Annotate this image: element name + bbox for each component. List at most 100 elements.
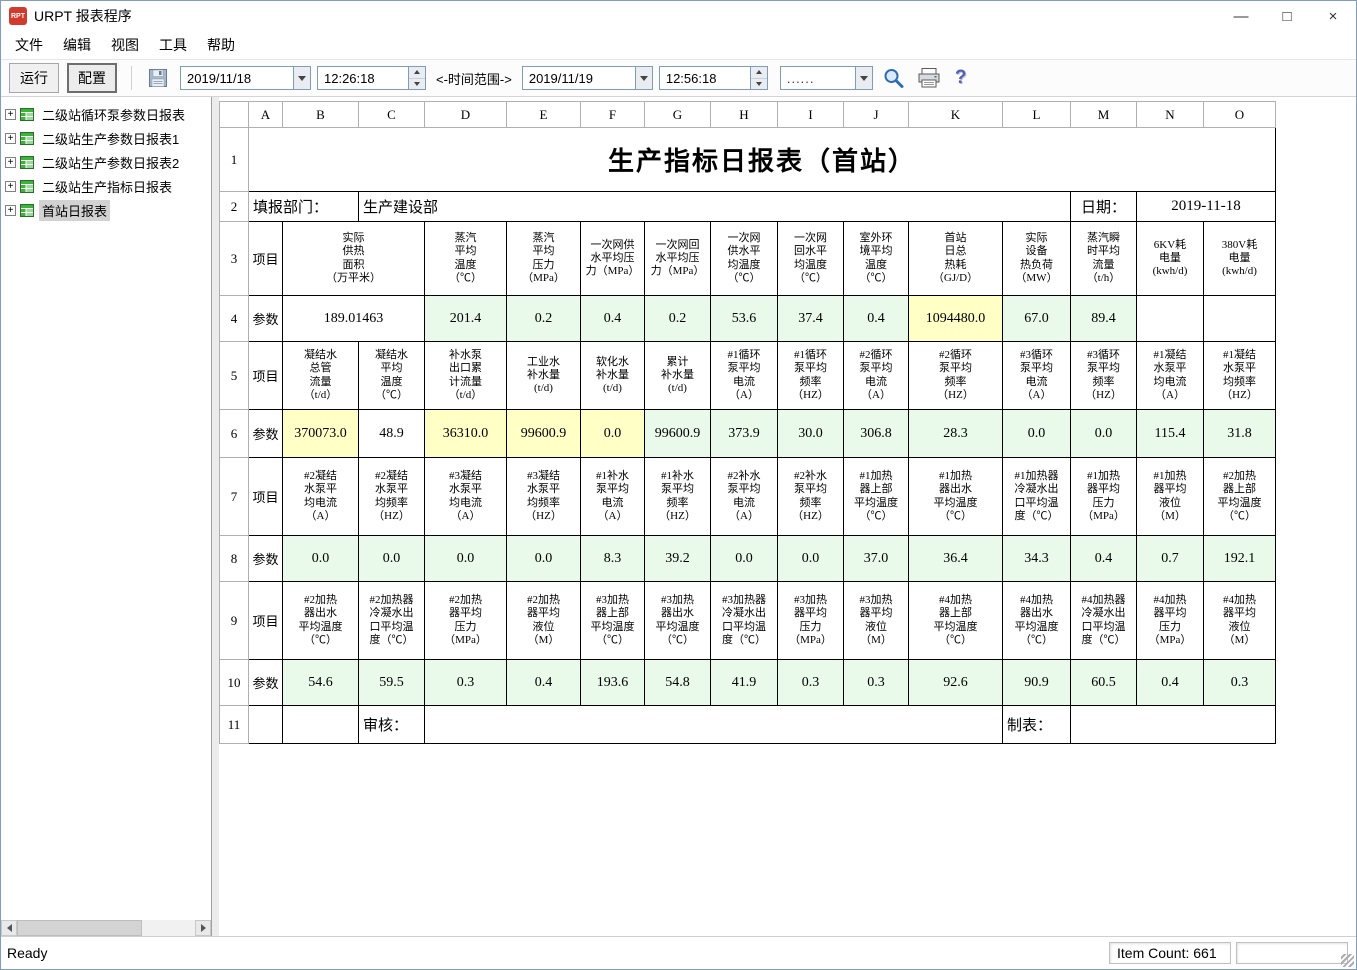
report-cell[interactable]: #2加热器 冷凝水出 口平均温 度（℃） bbox=[359, 582, 425, 660]
filter-dropdown-button[interactable] bbox=[855, 67, 872, 89]
report-cell[interactable]: #4加热器 冷凝水出 口平均温 度（℃） bbox=[1071, 582, 1137, 660]
tree-item-1[interactable]: +二级站循环泵参数日报表 bbox=[1, 102, 211, 126]
report-cell[interactable]: 0.3 bbox=[778, 660, 844, 706]
column-header-F[interactable]: F bbox=[581, 102, 645, 128]
report-cell[interactable]: 0.4 bbox=[581, 296, 645, 342]
report-cell[interactable]: 0.0 bbox=[359, 536, 425, 582]
row-header-11[interactable]: 11 bbox=[220, 706, 249, 744]
report-cell[interactable]: 54.6 bbox=[283, 660, 359, 706]
report-cell[interactable]: #2循环 泵平均 频率 （HZ） bbox=[909, 342, 1003, 410]
end-date-value[interactable]: 2019/11/19 bbox=[523, 67, 635, 89]
report-cell[interactable]: 项目 bbox=[249, 342, 283, 410]
report-cell[interactable]: 凝结水 平均 温度 （℃） bbox=[359, 342, 425, 410]
report-cell[interactable]: 0.0 bbox=[1071, 410, 1137, 458]
report-cell[interactable]: 41.9 bbox=[711, 660, 778, 706]
report-cell[interactable]: 0.0 bbox=[283, 536, 359, 582]
spin-down-button[interactable] bbox=[409, 79, 425, 90]
tree-item-2[interactable]: +二级站生产参数日报表1 bbox=[1, 126, 211, 150]
report-cell[interactable] bbox=[249, 706, 283, 744]
report-cell[interactable]: 0.0 bbox=[778, 536, 844, 582]
report-cell[interactable]: #2补水 泵平均 电流 （A） bbox=[711, 458, 778, 536]
expand-icon[interactable]: + bbox=[5, 109, 16, 120]
report-cell[interactable]: 306.8 bbox=[844, 410, 909, 458]
filter-combobox[interactable]: ...... bbox=[780, 66, 873, 90]
report-cell[interactable]: 0.2 bbox=[507, 296, 581, 342]
report-cell[interactable]: 2019-11-18 bbox=[1137, 192, 1276, 222]
menu-item-tools[interactable]: 工具 bbox=[149, 31, 197, 59]
menu-item-view[interactable]: 视图 bbox=[101, 31, 149, 59]
report-cell[interactable]: 37.0 bbox=[844, 536, 909, 582]
report-cell[interactable]: 0.4 bbox=[507, 660, 581, 706]
save-button[interactable] bbox=[144, 64, 172, 92]
report-cell[interactable]: #2加热 器平均 液位 （M） bbox=[507, 582, 581, 660]
report-cell[interactable]: 201.4 bbox=[425, 296, 507, 342]
report-cell[interactable]: 项目 bbox=[249, 582, 283, 660]
scroll-right-button[interactable] bbox=[195, 920, 211, 936]
report-cell[interactable]: 日期： bbox=[1071, 192, 1137, 222]
report-cell[interactable]: 60.5 bbox=[1071, 660, 1137, 706]
column-header-I[interactable]: I bbox=[778, 102, 844, 128]
report-cell[interactable]: 36310.0 bbox=[425, 410, 507, 458]
report-cell[interactable]: 生产指标日报表（首站） bbox=[249, 128, 1276, 192]
tree-item-4[interactable]: +二级站生产指标日报表 bbox=[1, 174, 211, 198]
report-cell[interactable]: #1凝结 水泵平 均频率 （HZ） bbox=[1204, 342, 1276, 410]
column-header-A[interactable]: A bbox=[249, 102, 283, 128]
report-cell[interactable]: #2凝结 水泵平 均电流 （A） bbox=[283, 458, 359, 536]
panel-splitter[interactable] bbox=[212, 97, 219, 936]
report-cell[interactable]: #3凝结 水泵平 均频率 （HZ） bbox=[507, 458, 581, 536]
column-header-E[interactable]: E bbox=[507, 102, 581, 128]
row-header-6[interactable]: 6 bbox=[220, 410, 249, 458]
report-cell[interactable]: 0.0 bbox=[507, 536, 581, 582]
report-cell[interactable]: 1094480.0 bbox=[909, 296, 1003, 342]
report-cell[interactable]: 0.0 bbox=[711, 536, 778, 582]
tree-item-3[interactable]: +二级站生产参数日报表2 bbox=[1, 150, 211, 174]
report-cell[interactable]: #1加热 器上部 平均温度 （℃） bbox=[844, 458, 909, 536]
row-header-3[interactable]: 3 bbox=[220, 222, 249, 296]
report-cell[interactable]: 36.4 bbox=[909, 536, 1003, 582]
run-button[interactable]: 运行 bbox=[9, 63, 59, 93]
report-cell[interactable]: #3凝结 水泵平 均电流 （A） bbox=[425, 458, 507, 536]
help-icon[interactable]: ? bbox=[955, 67, 967, 89]
row-header-2[interactable]: 2 bbox=[220, 192, 249, 222]
report-cell[interactable]: 一次网 回水平 均温度 （℃） bbox=[778, 222, 844, 296]
report-cell[interactable]: #1循环 泵平均 电流 （A） bbox=[711, 342, 778, 410]
report-cell[interactable]: 34.3 bbox=[1003, 536, 1071, 582]
report-cell[interactable]: 0.4 bbox=[844, 296, 909, 342]
report-cell[interactable]: 制表： bbox=[1003, 706, 1071, 744]
column-header-N[interactable]: N bbox=[1137, 102, 1204, 128]
end-time-value[interactable]: 12:56:18 bbox=[660, 67, 750, 89]
report-cell[interactable]: 90.9 bbox=[1003, 660, 1071, 706]
report-cell[interactable]: 一次网回 水平均压 力（MPa） bbox=[645, 222, 711, 296]
report-cell[interactable]: #3加热 器平均 液位 （M） bbox=[844, 582, 909, 660]
report-cell[interactable]: #1加热 器平均 液位 （M） bbox=[1137, 458, 1204, 536]
report-cell[interactable]: 28.3 bbox=[909, 410, 1003, 458]
column-header-M[interactable]: M bbox=[1071, 102, 1137, 128]
print-button[interactable] bbox=[915, 64, 943, 92]
report-cell[interactable]: 59.5 bbox=[359, 660, 425, 706]
report-cell[interactable] bbox=[283, 706, 359, 744]
report-cell[interactable]: #4加热 器上部 平均温度 （℃） bbox=[909, 582, 1003, 660]
report-cell[interactable]: #1补水 泵平均 电流 （A） bbox=[581, 458, 645, 536]
config-button[interactable]: 配置 bbox=[67, 63, 117, 93]
menu-item-edit[interactable]: 编辑 bbox=[53, 31, 101, 59]
report-cell[interactable]: #4加热 器出水 平均温度 （℃） bbox=[1003, 582, 1071, 660]
report-cell[interactable]: #3加热 器上部 平均温度 （℃） bbox=[581, 582, 645, 660]
column-header-J[interactable]: J bbox=[844, 102, 909, 128]
report-cell[interactable]: 30.0 bbox=[778, 410, 844, 458]
menu-item-file[interactable]: 文件 bbox=[5, 31, 53, 59]
report-cell[interactable]: 370073.0 bbox=[283, 410, 359, 458]
scroll-left-button[interactable] bbox=[1, 920, 17, 936]
expand-icon[interactable]: + bbox=[5, 157, 16, 168]
row-header-5[interactable]: 5 bbox=[220, 342, 249, 410]
start-time-value[interactable]: 12:26:18 bbox=[318, 67, 408, 89]
report-cell[interactable]: #4加热 器平均 压力 （MPa） bbox=[1137, 582, 1204, 660]
report-cell[interactable]: #2加热 器上部 平均温度 （℃） bbox=[1204, 458, 1276, 536]
tree-item-5[interactable]: +首站日报表 bbox=[1, 198, 211, 222]
start-time-spinner[interactable]: 12:26:18 bbox=[317, 66, 426, 90]
report-cell[interactable]: 373.9 bbox=[711, 410, 778, 458]
report-cell[interactable]: #4加热 器平均 液位 （M） bbox=[1204, 582, 1276, 660]
row-header-8[interactable]: 8 bbox=[220, 536, 249, 582]
column-header-C[interactable]: C bbox=[359, 102, 425, 128]
report-cell[interactable]: 39.2 bbox=[645, 536, 711, 582]
report-cell[interactable]: 工业水 补水量 (t/d) bbox=[507, 342, 581, 410]
